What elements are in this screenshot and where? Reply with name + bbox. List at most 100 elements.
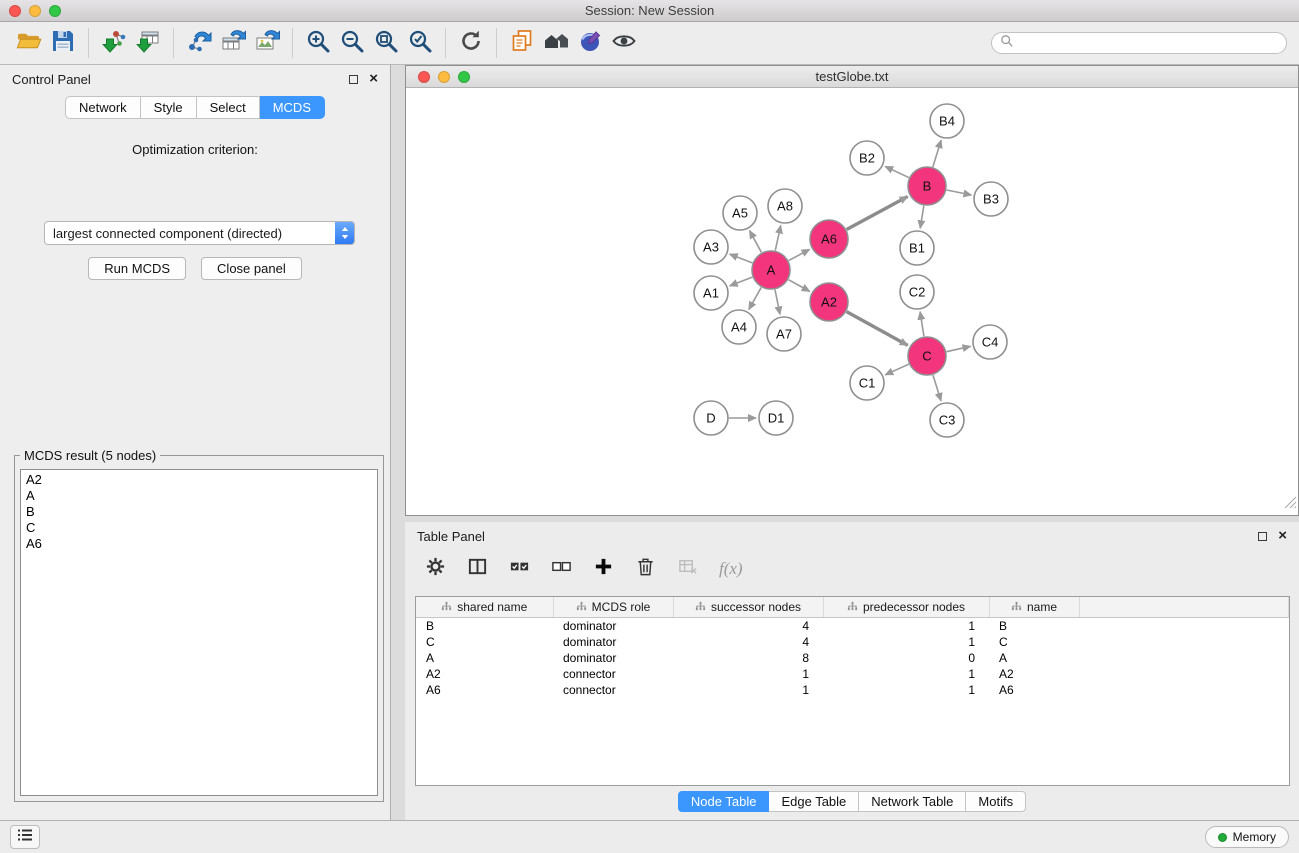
zoom-in-button[interactable]: [301, 27, 335, 59]
table-cell[interactable]: 1: [673, 666, 823, 682]
edge-C-C3[interactable]: [933, 375, 941, 401]
table-cell[interactable]: C: [989, 634, 1079, 650]
table-cell[interactable]: A6: [989, 682, 1079, 698]
node-A5[interactable]: A5: [723, 196, 757, 230]
table-cell[interactable]: 1: [823, 666, 989, 682]
close-panel-icon[interactable]: ×: [369, 73, 378, 85]
table-cell[interactable]: A2: [989, 666, 1079, 682]
zoom-fit-button[interactable]: [369, 27, 403, 59]
node-C3[interactable]: C3: [930, 403, 964, 437]
mcds-result-item[interactable]: A2: [21, 472, 377, 488]
mcds-result-item[interactable]: B: [21, 504, 377, 520]
table-cell[interactable]: B: [989, 618, 1079, 635]
optimization-criterion-select[interactable]: largest connected component (directed): [44, 221, 355, 245]
edge-B-B4[interactable]: [933, 140, 941, 167]
mcds-result-list[interactable]: A2ABCA6: [20, 469, 378, 796]
global-search-field[interactable]: [991, 32, 1287, 54]
edge-A-A5[interactable]: [750, 231, 762, 253]
node-A7[interactable]: A7: [767, 317, 801, 351]
import-table-button[interactable]: [131, 27, 165, 59]
table-cell[interactable]: 0: [823, 650, 989, 666]
table-row[interactable]: A6connector11A6: [416, 682, 1289, 698]
edge-A-A8[interactable]: [775, 226, 780, 251]
table-cell[interactable]: 4: [673, 618, 823, 635]
close-window-button[interactable]: [9, 5, 21, 17]
edge-C-C4[interactable]: [947, 346, 971, 351]
column-selector-button[interactable]: [467, 556, 488, 582]
import-network-button[interactable]: [97, 27, 131, 59]
delete-column-button[interactable]: [635, 556, 656, 582]
table-cell[interactable]: connector: [553, 682, 673, 698]
show-hide-panels-button[interactable]: [607, 27, 641, 59]
close-panel-button[interactable]: Close panel: [201, 257, 302, 280]
node-table[interactable]: shared nameMCDS rolesuccessor nodesprede…: [415, 596, 1290, 786]
node-A[interactable]: A: [752, 251, 790, 289]
column-header-shared-name[interactable]: shared name: [416, 597, 553, 618]
task-history-button[interactable]: [10, 825, 40, 849]
run-mcds-button[interactable]: Run MCDS: [88, 257, 186, 280]
table-cell[interactable]: dominator: [553, 618, 673, 635]
mcds-result-item[interactable]: C: [21, 520, 377, 536]
delete-table-button[interactable]: [677, 556, 698, 582]
node-A3[interactable]: A3: [694, 230, 728, 264]
edge-A-A6[interactable]: [789, 249, 810, 260]
column-header-mcds-role[interactable]: MCDS role: [553, 597, 673, 618]
search-input[interactable]: [1019, 35, 1278, 51]
save-session-button[interactable]: [46, 27, 80, 59]
table-cell[interactable]: 8: [673, 650, 823, 666]
node-A1[interactable]: A1: [694, 276, 728, 310]
node-C1[interactable]: C1: [850, 366, 884, 400]
table-cell[interactable]: dominator: [553, 634, 673, 650]
edge-A-A2[interactable]: [789, 280, 810, 292]
table-row[interactable]: A2connector11A2: [416, 666, 1289, 682]
node-B4[interactable]: B4: [930, 104, 964, 138]
node-A8[interactable]: A8: [768, 189, 802, 223]
node-B2[interactable]: B2: [850, 141, 884, 175]
table-cell[interactable]: 1: [823, 634, 989, 650]
table-cell[interactable]: dominator: [553, 650, 673, 666]
float-panel-icon[interactable]: [349, 75, 358, 84]
resize-grip-icon[interactable]: [1283, 495, 1297, 514]
network-close-button[interactable]: [418, 71, 430, 83]
edge-A2-C[interactable]: [847, 312, 908, 346]
table-cell[interactable]: 1: [823, 618, 989, 635]
node-D[interactable]: D: [694, 401, 728, 435]
node-A6[interactable]: A6: [810, 220, 848, 258]
table-cell[interactable]: A: [416, 650, 553, 666]
table-cell[interactable]: 1: [673, 682, 823, 698]
column-header-name[interactable]: name: [989, 597, 1079, 618]
zoom-selected-button[interactable]: [403, 27, 437, 59]
edge-A-A4[interactable]: [749, 287, 761, 309]
node-A2[interactable]: A2: [810, 283, 848, 321]
first-neighbors-button[interactable]: [539, 27, 573, 59]
edge-A-A3[interactable]: [730, 254, 753, 263]
node-B3[interactable]: B3: [974, 182, 1008, 216]
tab-edge-table[interactable]: Edge Table: [769, 791, 859, 812]
edge-B-B3[interactable]: [947, 190, 972, 195]
refresh-button[interactable]: [454, 27, 488, 59]
edge-A-A1[interactable]: [730, 277, 753, 286]
edge-A6-B[interactable]: [847, 196, 908, 229]
minimize-window-button[interactable]: [29, 5, 41, 17]
export-network-button[interactable]: [182, 27, 216, 59]
node-C4[interactable]: C4: [973, 325, 1007, 359]
column-header-successor-nodes[interactable]: successor nodes: [673, 597, 823, 618]
table-cell[interactable]: B: [416, 618, 553, 635]
table-cell[interactable]: 4: [673, 634, 823, 650]
node-B[interactable]: B: [908, 167, 946, 205]
edge-B-B1[interactable]: [920, 206, 924, 229]
network-minimize-button[interactable]: [438, 71, 450, 83]
table-cell[interactable]: A: [989, 650, 1079, 666]
tab-node-table[interactable]: Node Table: [678, 791, 770, 812]
table-row[interactable]: Cdominator41C: [416, 634, 1289, 650]
table-cell[interactable]: A6: [416, 682, 553, 698]
zoom-out-button[interactable]: [335, 27, 369, 59]
node-A4[interactable]: A4: [722, 310, 756, 344]
deselect-all-button[interactable]: [551, 556, 572, 582]
tab-mcds[interactable]: MCDS: [260, 96, 325, 119]
add-column-button[interactable]: [593, 556, 614, 582]
edge-A-A7[interactable]: [775, 290, 780, 315]
tab-network[interactable]: Network: [65, 96, 141, 119]
tab-style[interactable]: Style: [141, 96, 197, 119]
table-cell[interactable]: A2: [416, 666, 553, 682]
